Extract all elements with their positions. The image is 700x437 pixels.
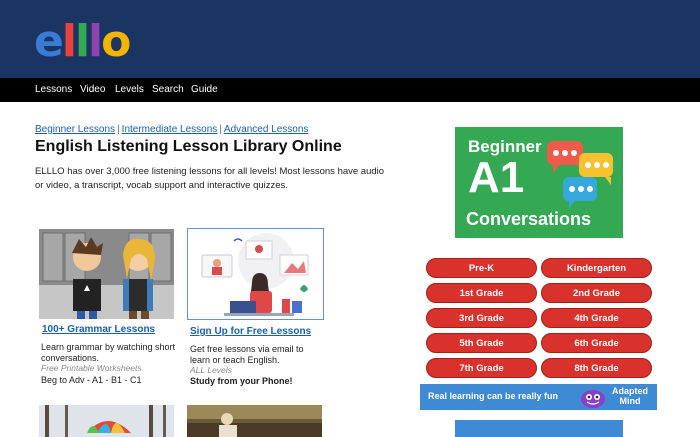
signup-lessons-link[interactable]: Sign Up for Free Lessons — [190, 326, 311, 337]
logo-letter: l — [61, 16, 77, 67]
logo-letter: l — [74, 16, 90, 67]
snowy-trees-image — [39, 405, 174, 437]
grade-7th-button[interactable]: 7th Grade — [426, 358, 537, 378]
beginner-lessons-link[interactable]: Beginner Lessons — [35, 124, 115, 135]
grade-2nd-button[interactable]: 2nd Grade — [541, 283, 652, 303]
intermediate-lessons-link[interactable]: Intermediate Lessons — [122, 124, 218, 135]
adapted-mind-banner[interactable]: Real learning can be really fun Adapted M… — [420, 384, 657, 410]
monster-mascot-icon — [581, 390, 605, 408]
ellllo-logo[interactable]: elllo — [34, 20, 131, 64]
cartoon-students-image — [39, 229, 174, 319]
intro-text: ELLLO has over 3,000 free listening less… — [35, 166, 385, 191]
grade-5th-button[interactable]: 5th Grade — [426, 333, 537, 353]
outdoor-lesson-thumbnail[interactable] — [187, 405, 322, 437]
ad-line-a1: A1 — [468, 153, 525, 202]
level-links: Beginner Lessons | Intermediate Lessons | Ad… — [35, 124, 308, 135]
beginner-ad-bottom-partial[interactable] — [455, 420, 623, 437]
grammar-lessons-description: Learn grammar by watching short conversa… — [41, 342, 176, 363]
chat-bubbles-icon — [547, 141, 613, 208]
grade-1st-button[interactable]: 1st Grade — [426, 283, 537, 303]
signup-lessons-note: ALL Levels — [190, 365, 232, 375]
brand-line-2: Mind — [619, 396, 641, 406]
page-title: English Listening Lesson Library Online — [35, 138, 342, 155]
advanced-lessons-link[interactable]: Advanced Lessons — [224, 124, 309, 135]
grammar-lessons-note: Free Printable Worksheets — [41, 363, 142, 373]
nav-guide[interactable]: Guide — [191, 78, 218, 102]
site-header: elllo — [0, 0, 700, 78]
logo-letter: o — [101, 16, 131, 67]
separator: | — [117, 124, 120, 135]
grade-8th-button[interactable]: 8th Grade — [541, 358, 652, 378]
umbrella-lesson-thumbnail[interactable] — [39, 405, 174, 437]
logo-letter: l — [88, 16, 103, 67]
grade-3rd-button[interactable]: 3rd Grade — [426, 308, 537, 328]
nav-lessons[interactable]: Lessons — [35, 78, 72, 102]
grammar-lessons-thumbnail[interactable] — [39, 229, 174, 319]
signup-lessons-description: Get free lessons via email to learn or t… — [190, 344, 304, 365]
grammar-lessons-levels: Beg to Adv - A1 - B1 - C1 — [41, 375, 142, 385]
nav-video[interactable]: Video — [80, 78, 105, 102]
online-learning-illustration — [188, 229, 323, 319]
signup-lessons-thumbnail[interactable] — [187, 228, 324, 320]
signup-lessons-tagline: Study from your Phone! — [190, 376, 293, 386]
separator: | — [219, 124, 222, 135]
main-nav: Lessons Video Levels Search Guide — [0, 78, 700, 102]
beginner-a1-conversations-ad[interactable]: Beginner A1 Conversations — [455, 127, 623, 238]
brand-line-1: Adapted — [612, 386, 648, 396]
adapted-mind-tagline: Real learning can be really fun — [428, 391, 559, 401]
ad-line-conversations: Conversations — [466, 209, 592, 229]
grammar-lessons-link[interactable]: 100+ Grammar Lessons — [42, 324, 155, 335]
grade-6th-button[interactable]: 6th Grade — [541, 333, 652, 353]
adapted-mind-logo: Adapted Mind — [612, 386, 648, 406]
grade-prek-button[interactable]: Pre-K — [426, 258, 537, 278]
logo-letter: e — [34, 16, 64, 67]
grade-4th-button[interactable]: 4th Grade — [541, 308, 652, 328]
outdoor-photo-image — [187, 405, 322, 437]
grade-kindergarten-button[interactable]: Kindergarten — [541, 258, 652, 278]
nav-search[interactable]: Search — [152, 78, 184, 102]
nav-levels[interactable]: Levels — [115, 78, 144, 102]
